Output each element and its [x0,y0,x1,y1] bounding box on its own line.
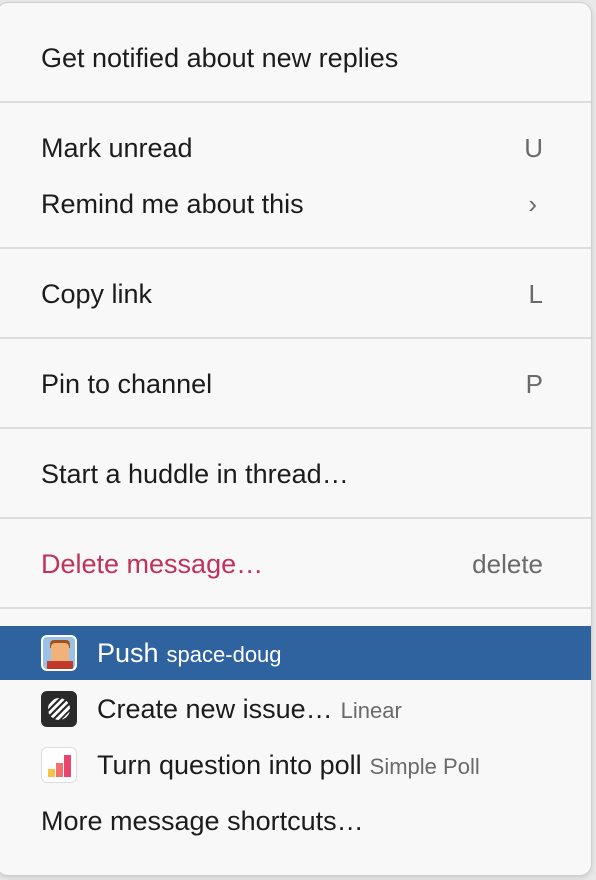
menu-item-mark-unread[interactable]: Mark unread U [0,122,591,174]
menu-item-more-shortcuts[interactable]: More message shortcuts… [0,795,591,847]
shortcut-item-turn-into-poll[interactable]: Turn question into poll Simple Poll [0,739,591,791]
menu-divider [0,247,591,249]
shortcut-label: Create new issue… [97,693,333,724]
menu-item-label: Remind me about this [41,188,304,219]
keyboard-shortcut: U [524,132,543,163]
message-actions-menu: Get notified about new replies Mark unre… [0,2,592,876]
menu-item-copy-link[interactable]: Copy link L [0,268,591,320]
menu-divider [0,337,591,339]
menu-item-label: Start a huddle in thread… [41,458,349,489]
shortcut-app-name: space-doug [166,641,282,667]
menu-item-label: Pin to channel [41,368,213,399]
chevron-right-icon: › [528,188,537,219]
menu-divider [0,607,591,609]
menu-item-label: Mark unread [41,132,193,163]
simple-poll-app-icon [41,747,77,783]
keyboard-shortcut: L [528,278,543,309]
keyboard-shortcut: delete [472,548,543,579]
menu-item-label: More message shortcuts… [41,805,364,836]
menu-item-get-notified[interactable]: Get notified about new replies [0,32,591,84]
menu-item-start-huddle[interactable]: Start a huddle in thread… [0,448,591,500]
menu-divider [0,517,591,519]
push-app-icon [41,635,77,671]
keyboard-shortcut: P [525,368,543,399]
shortcut-item-push[interactable]: Push space-doug [0,626,591,680]
shortcut-label: Push [97,637,159,668]
shortcut-item-create-issue[interactable]: Create new issue… Linear [0,683,591,735]
menu-item-delete-message[interactable]: Delete message… delete [0,538,591,590]
menu-item-label: Delete message… [41,548,264,579]
shortcut-app-name: Simple Poll [369,753,480,779]
shortcut-app-name: Linear [340,697,402,723]
menu-item-label: Get notified about new replies [41,42,399,73]
menu-divider [0,427,591,429]
menu-item-remind-me[interactable]: Remind me about this › [0,178,591,230]
menu-item-label: Copy link [41,278,153,309]
shortcut-label: Turn question into poll [97,749,362,780]
linear-app-icon [41,691,77,727]
menu-divider [0,101,591,103]
menu-item-pin-to-channel[interactable]: Pin to channel P [0,358,591,410]
